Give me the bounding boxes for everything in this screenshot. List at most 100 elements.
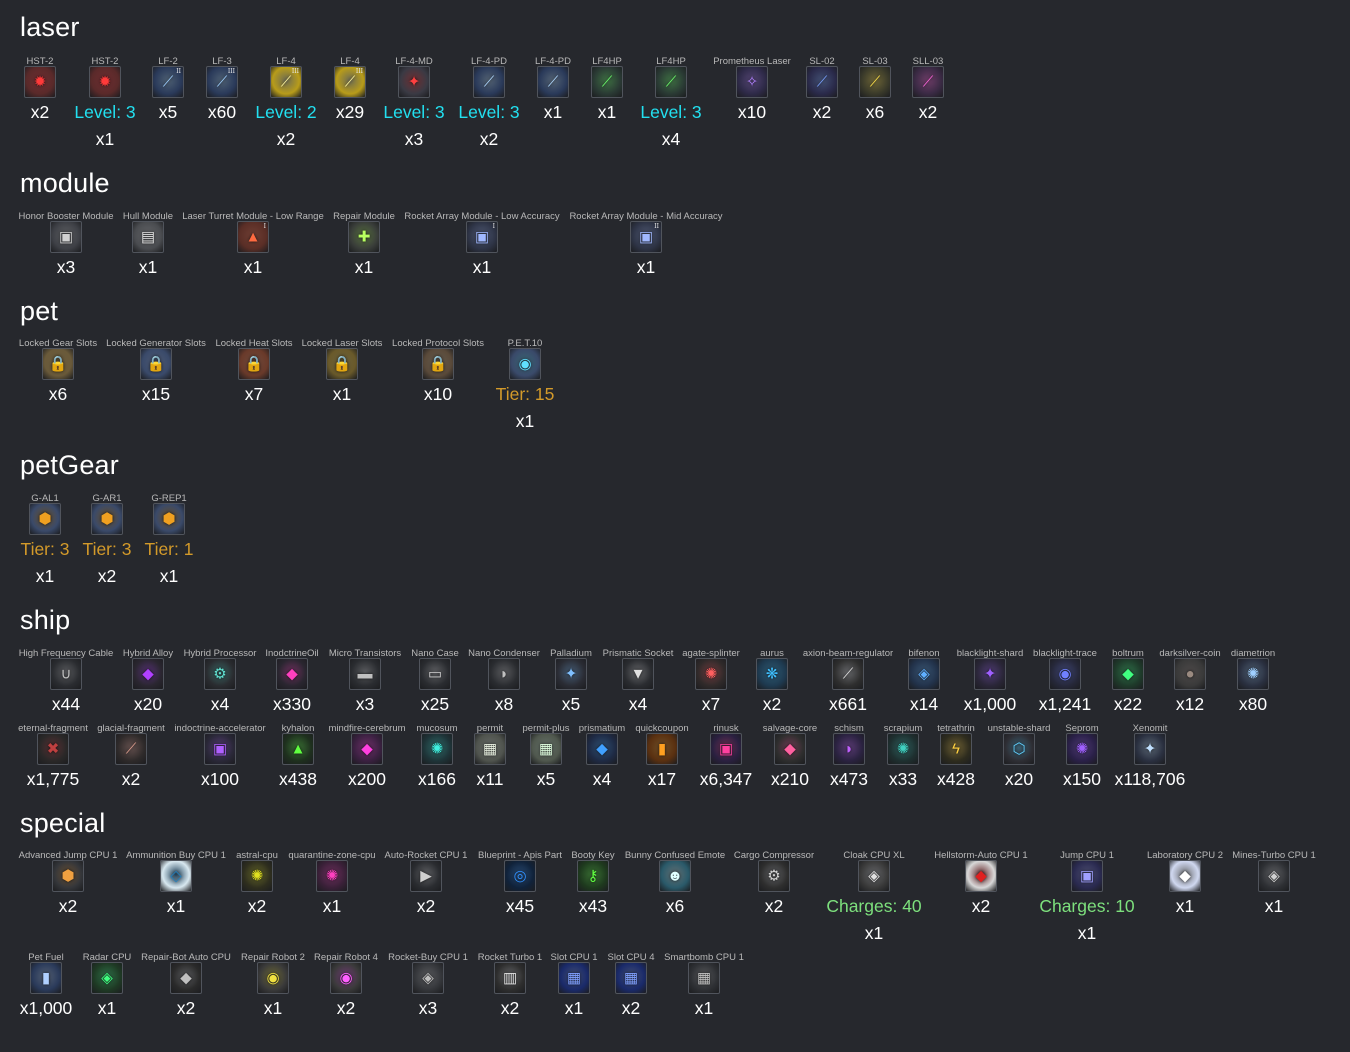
schism-icon[interactable]: ◗ bbox=[833, 733, 865, 765]
tier-mark: III bbox=[355, 68, 363, 75]
bifenon-icon[interactable]: ◈ bbox=[908, 658, 940, 690]
bunny-emote-icon[interactable]: ☻ bbox=[659, 860, 691, 892]
coin-icon[interactable]: ● bbox=[1174, 658, 1206, 690]
repair-module-icon[interactable]: ✚ bbox=[348, 221, 380, 253]
cpu-icon[interactable]: ◇ bbox=[160, 860, 192, 892]
rocket-turbo-icon[interactable]: ▥ bbox=[494, 962, 526, 994]
lock-icon[interactable]: 🔒 bbox=[140, 348, 172, 380]
green-laser-icon[interactable]: ⟋ bbox=[655, 66, 687, 98]
red-laser-icon[interactable]: ✦ bbox=[398, 66, 430, 98]
accelerator-icon[interactable]: ▣ bbox=[204, 733, 236, 765]
jump-cpu-icon[interactable]: ▣ bbox=[1071, 860, 1103, 892]
tetrathrin-icon[interactable]: ϟ bbox=[940, 733, 972, 765]
gold-laser-icon[interactable]: ⟋ III bbox=[334, 66, 366, 98]
section-title-pet: pet bbox=[20, 296, 59, 326]
alloy-icon[interactable]: ◆ bbox=[132, 658, 164, 690]
green-laser-icon[interactable]: ⟋ bbox=[591, 66, 623, 98]
kyhalon-icon[interactable]: ▲ bbox=[282, 733, 314, 765]
mucosum-icon[interactable]: ✺ bbox=[421, 733, 453, 765]
case-icon[interactable]: ▭ bbox=[419, 658, 451, 690]
gold-laser-icon[interactable]: ⟋ III bbox=[270, 66, 302, 98]
rinusk-icon[interactable]: ▣ bbox=[710, 733, 742, 765]
red-turret-icon[interactable]: ✹ bbox=[89, 66, 121, 98]
scrapium-icon[interactable]: ✺ bbox=[887, 733, 919, 765]
smartbomb-cpu-icon[interactable]: ▦ bbox=[688, 962, 720, 994]
lock-icon[interactable]: 🔒 bbox=[326, 348, 358, 380]
oil-icon[interactable]: ◆ bbox=[276, 658, 308, 690]
item-stat: Charges: 10 bbox=[1039, 896, 1135, 916]
splinter-icon[interactable]: ✺ bbox=[695, 658, 727, 690]
lock-icon[interactable]: 🔒 bbox=[422, 348, 454, 380]
radar-cpu-icon[interactable]: ◈ bbox=[91, 962, 123, 994]
blue-laser-icon[interactable]: ⟋ bbox=[806, 66, 838, 98]
permit-plus-icon[interactable]: ▦ bbox=[530, 733, 562, 765]
rocket-module-icon[interactable]: ▣ II bbox=[630, 221, 662, 253]
rocket-module-icon[interactable]: ▣ I bbox=[466, 221, 498, 253]
fuel-icon[interactable]: ▮ bbox=[30, 962, 62, 994]
laser-cannon-icon[interactable]: ⟋ bbox=[473, 66, 505, 98]
cpu-icon[interactable]: ⬢ bbox=[52, 860, 84, 892]
trace-icon[interactable]: ◉ bbox=[1049, 658, 1081, 690]
booster-module-icon[interactable]: ▣ bbox=[50, 221, 82, 253]
diametrion-icon[interactable]: ✺ bbox=[1237, 658, 1269, 690]
condenser-icon[interactable]: ◗ bbox=[488, 658, 520, 690]
socket-icon[interactable]: ▼ bbox=[622, 658, 654, 690]
blueprint-icon[interactable]: ◎ bbox=[504, 860, 536, 892]
regulator-icon[interactable]: ⟋ bbox=[832, 658, 864, 690]
laboratory-cpu-icon[interactable]: ◆ bbox=[1169, 860, 1201, 892]
lock-icon[interactable]: 🔒 bbox=[42, 348, 74, 380]
salvage-core-icon[interactable]: ◆ bbox=[774, 733, 806, 765]
processor-icon[interactable]: ⚙ bbox=[204, 658, 236, 690]
boltrum-icon[interactable]: ◆ bbox=[1112, 658, 1144, 690]
item-quantity: x1,241 bbox=[1038, 694, 1092, 714]
tier-mark: II bbox=[654, 223, 659, 230]
fragment-icon[interactable]: ✖ bbox=[37, 733, 69, 765]
turret-module-icon[interactable]: ▲ I bbox=[237, 221, 269, 253]
item-quantity: x118,706 bbox=[1114, 769, 1186, 789]
hellstorm-cpu-icon[interactable]: ◆ bbox=[965, 860, 997, 892]
palladium-icon[interactable]: ✦ bbox=[555, 658, 587, 690]
mines-cpu-icon[interactable]: ◈ bbox=[1258, 860, 1290, 892]
red-turret-icon[interactable]: ✹ bbox=[24, 66, 56, 98]
rocket-buy-cpu-icon[interactable]: ◈ bbox=[412, 962, 444, 994]
repair-robot-icon[interactable]: ◉ bbox=[330, 962, 362, 994]
prometheus-laser-icon[interactable]: ✧ bbox=[736, 66, 768, 98]
lock-icon[interactable]: 🔒 bbox=[238, 348, 270, 380]
coupon-icon[interactable]: ▮ bbox=[646, 733, 678, 765]
pink-laser-icon[interactable]: ⟋ bbox=[912, 66, 944, 98]
slot-cpu-icon[interactable]: ▦ bbox=[558, 962, 590, 994]
permit-icon[interactable]: ▦ bbox=[474, 733, 506, 765]
cerebrum-icon[interactable]: ◆ bbox=[351, 733, 383, 765]
gear-wrench-icon[interactable]: ⬢ bbox=[153, 503, 185, 535]
unstable-shard-icon[interactable]: ⬡ bbox=[1003, 733, 1035, 765]
tier-mark: III bbox=[291, 68, 299, 75]
xenomit-icon[interactable]: ✦ bbox=[1134, 733, 1166, 765]
transistor-icon[interactable]: ▬ bbox=[349, 658, 381, 690]
item-quantity: x1 bbox=[597, 102, 617, 122]
cable-icon[interactable]: ∪ bbox=[50, 658, 82, 690]
laser-cannon-icon[interactable]: ⟋ bbox=[537, 66, 569, 98]
yellow-laser-icon[interactable]: ⟋ bbox=[859, 66, 891, 98]
prismatium-icon[interactable]: ◆ bbox=[586, 733, 618, 765]
seprom-icon[interactable]: ✺ bbox=[1066, 733, 1098, 765]
repair-robot-icon[interactable]: ◉ bbox=[257, 962, 289, 994]
quarantine-cpu-icon[interactable]: ✺ bbox=[316, 860, 348, 892]
laser-cannon-icon[interactable]: ⟋ III bbox=[206, 66, 238, 98]
hull-module-icon[interactable]: ▤ bbox=[132, 221, 164, 253]
cpu-icon[interactable]: ▶ bbox=[410, 860, 442, 892]
laser-cannon-icon[interactable]: ⟋ II bbox=[152, 66, 184, 98]
item-quantity: x8 bbox=[494, 694, 514, 714]
slot-cpu-icon[interactable]: ▦ bbox=[615, 962, 647, 994]
glacial-icon[interactable]: ⟋ bbox=[115, 733, 147, 765]
cloak-cpu-icon[interactable]: ◈ bbox=[858, 860, 890, 892]
astral-cpu-icon[interactable]: ✺ bbox=[241, 860, 273, 892]
gear-shield-icon[interactable]: ⬢ bbox=[29, 503, 61, 535]
booty-key-icon[interactable]: ⚷ bbox=[577, 860, 609, 892]
compressor-icon[interactable]: ⚙ bbox=[758, 860, 790, 892]
item-quantity: x2 bbox=[812, 102, 832, 122]
shard-icon[interactable]: ✦ bbox=[974, 658, 1006, 690]
aurus-icon[interactable]: ❋ bbox=[756, 658, 788, 690]
gear-shield-icon[interactable]: ⬢ bbox=[91, 503, 123, 535]
pet-drone-icon[interactable]: ◉ bbox=[509, 348, 541, 380]
repair-cpu-icon[interactable]: ◆ bbox=[170, 962, 202, 994]
